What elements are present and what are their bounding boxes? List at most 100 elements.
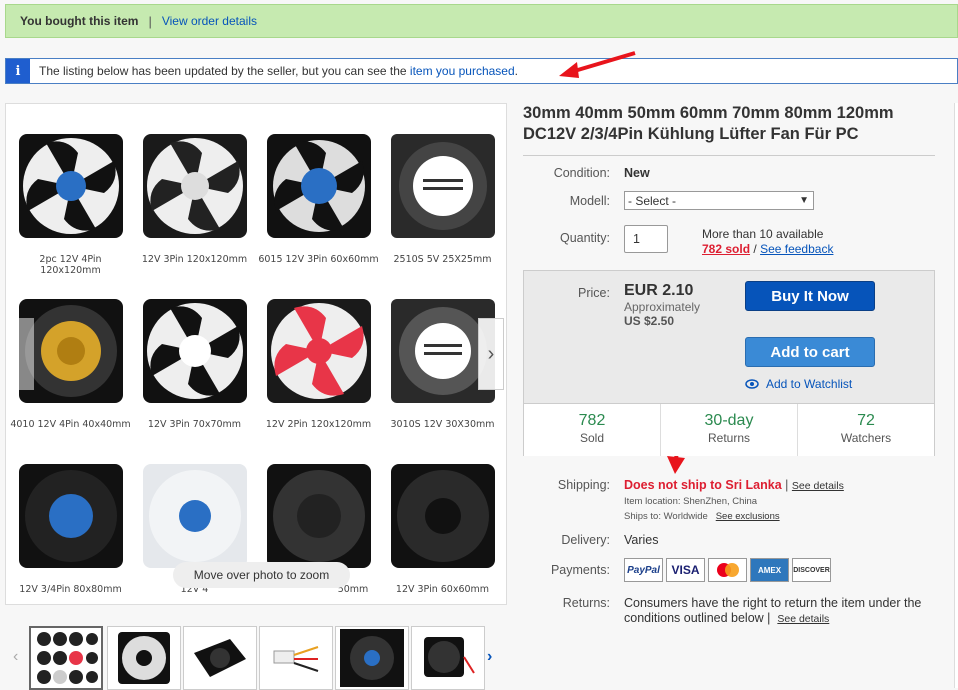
gallery-next-button[interactable]: › [478, 318, 504, 390]
chevron-down-icon: ▼ [799, 195, 809, 206]
bought-label: You bought this item [20, 14, 139, 28]
tile-caption: 3010S 12V 30X30mm [390, 419, 495, 430]
fan-image [138, 126, 251, 246]
shipping-status-text: Does not ship to Sri Lanka [624, 478, 782, 492]
fan-tile: 12V 3Pin 70x70mm [133, 286, 256, 446]
condition-label: Condition: [553, 166, 610, 180]
fan-image [14, 456, 127, 576]
tile-caption: 12V 3Pin 60x60mm [395, 584, 490, 595]
payments-label: Payments: [550, 563, 610, 577]
returns-body: Consumers have the right to return the i… [624, 596, 922, 625]
banner-separator: | [148, 13, 152, 29]
delivery-label: Delivery: [561, 533, 610, 547]
chevron-left-icon[interactable]: ‹ [13, 648, 18, 666]
model-select[interactable]: - Select - ▼ [624, 191, 814, 210]
tile-caption: 12V 3/4Pin 80x80mm [19, 584, 122, 595]
thumbnail[interactable] [107, 626, 181, 690]
stat-sold: 782 Sold [524, 404, 661, 456]
ships-to-value: Worldwide [663, 511, 708, 522]
fan-tile: 12V 3/4Pin 80x80mm [9, 451, 132, 611]
stat-watchers: 72 Watchers [798, 404, 934, 456]
quantity-input[interactable]: 1 [624, 225, 668, 253]
thumbnail[interactable] [411, 626, 485, 690]
fan-tile: 12V 3Pin 120x120mm [133, 121, 256, 281]
info-icon: i [6, 59, 30, 83]
approx-label: Approximately [624, 300, 701, 314]
ships-to-label: Ships to: [624, 511, 661, 522]
shipping-status: Does not ship to Sri Lanka | See details [624, 478, 844, 492]
model-label: Modell: [569, 194, 610, 208]
thumbnail[interactable] [29, 626, 103, 690]
item-location: Item location: ShenZhen, China [624, 496, 758, 507]
zoom-hint: Move over photo to zoom [173, 562, 350, 588]
divider [523, 155, 935, 156]
buy-it-now-button[interactable]: Buy It Now [745, 281, 875, 311]
fan-image [138, 291, 251, 411]
chevron-right-icon[interactable]: › [487, 648, 492, 666]
tile-caption: 12V 2Pin 120x120mm [265, 419, 372, 430]
returns-text: Consumers have the right to return the i… [624, 596, 939, 627]
quantity-label: Quantity: [559, 231, 610, 245]
returns-details-link[interactable]: See details [777, 613, 829, 625]
exclusions-link[interactable]: See exclusions [716, 511, 780, 522]
thumbnail[interactable] [259, 626, 333, 690]
stat-number: 30-day [704, 412, 754, 429]
gallery-prev-button[interactable] [8, 318, 34, 390]
price-label: Price: [578, 286, 610, 300]
item-purchased-link[interactable]: item you purchased [410, 64, 515, 78]
listing-updated-notice: i The listing below has been updated by … [5, 58, 958, 84]
availability-separator: / [753, 242, 757, 256]
fan-image [262, 456, 375, 576]
price-approx: Approximately US $2.50 [624, 300, 700, 328]
thumbnail[interactable] [335, 626, 409, 690]
right-panel-edge [954, 103, 958, 688]
usd-price: US $2.50 [624, 314, 675, 328]
fan-image [14, 126, 127, 246]
tile-caption: 4010 12V 4Pin 40x40mm [10, 419, 131, 430]
available-text: More than 10 available [702, 227, 824, 241]
fan-image [262, 126, 375, 246]
thumbnail-strip: ‹ › [5, 620, 500, 690]
model-select-value: - Select - [628, 193, 677, 208]
fan-tile: 12V 2Pin 120x120mm [257, 286, 380, 446]
notice-body: The listing below has been updated by th… [39, 64, 410, 78]
stats-row: 782 Sold 30-day Returns 72 Watchers [524, 403, 934, 456]
price-value: EUR 2.10 [624, 282, 694, 299]
shipping-details-link[interactable]: See details [792, 480, 844, 492]
fan-tile: 2pc 12V 4Pin 120x120mm [9, 121, 132, 281]
fan-image [138, 456, 251, 576]
add-to-cart-button[interactable]: Add to cart [745, 337, 875, 367]
fan-image [386, 126, 499, 246]
product-title: 30mm 40mm 50mm 60mm 70mm 80mm 120mm DC12… [523, 104, 894, 143]
mastercard-icon [708, 558, 747, 582]
fan-image [262, 291, 375, 411]
fan-image [386, 456, 499, 576]
add-to-watchlist-link[interactable]: Add to Watchlist [745, 377, 852, 391]
condition-value: New [624, 166, 650, 180]
shipping-separator: | [785, 478, 789, 492]
view-order-link[interactable]: View order details [162, 14, 257, 28]
fan-tile: 2510S 5V 25X25mm [381, 121, 504, 281]
sold-link[interactable]: 782 sold [702, 242, 750, 256]
tile-caption: 2pc 12V 4Pin 120x120mm [39, 254, 102, 276]
tile-caption: 12V 3Pin 70x70mm [147, 419, 242, 430]
stat-label: Returns [707, 431, 751, 445]
feedback-link[interactable]: See feedback [760, 242, 833, 256]
stat-label: Sold [579, 431, 605, 445]
returns-label: Returns: [562, 596, 610, 610]
shipping-label: Shipping: [557, 478, 610, 492]
stat-returns: 30-day Returns [661, 404, 798, 456]
eye-icon [745, 379, 759, 389]
tile-caption: 6015 12V 3Pin 60x60mm [258, 254, 379, 265]
fan-tile: 12V 3Pin 60x60mm [381, 451, 504, 611]
stat-label: Watchers [840, 431, 892, 445]
notice-end: . [514, 64, 518, 78]
thumbnail[interactable] [183, 626, 257, 690]
amex-icon: AMEX [750, 558, 789, 582]
paypal-icon: PayPal [624, 558, 663, 582]
chevron-right-icon: › [487, 342, 495, 365]
product-gallery[interactable]: 2pc 12V 4Pin 120x120mm 12V 3Pin 120x120m… [5, 103, 507, 605]
notice-text: The listing below has been updated by th… [39, 64, 518, 78]
fan-tile: 6015 12V 3Pin 60x60mm [257, 121, 380, 281]
watchlist-label: Add to Watchlist [766, 377, 853, 391]
